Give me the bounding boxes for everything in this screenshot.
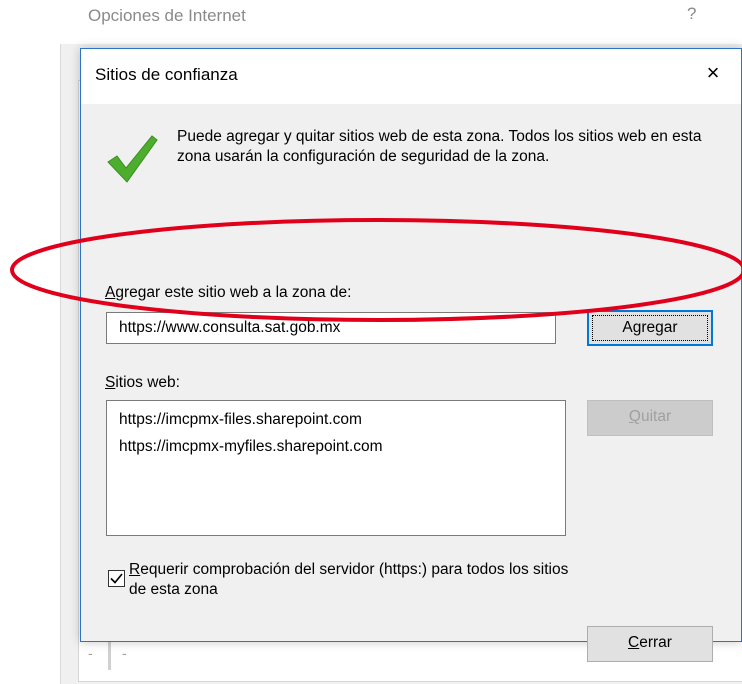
checkbox-check-icon <box>110 573 123 584</box>
slider-tick: - <box>122 645 127 661</box>
close-button-key: C <box>628 634 640 651</box>
intro-text: Puede agregar y quitar sitios web de est… <box>177 128 702 165</box>
add-button[interactable]: Agregar <box>587 310 713 346</box>
require-https-label[interactable]: Requerir comprobación del servidor (http… <box>129 560 689 600</box>
slider-tick: - <box>88 645 93 661</box>
trusted-sites-dialog: Sitios de confianza × Puede agregar y qu… <box>80 48 742 662</box>
remove-button-label: Quitar <box>588 401 712 433</box>
add-site-label-key: A <box>105 284 116 301</box>
close-button-text: errar <box>639 634 672 651</box>
remove-button-text: uitar <box>640 408 672 425</box>
checkmark-icon <box>107 135 158 183</box>
websites-label-text: itios web: <box>115 374 180 391</box>
dialog-body: Puede agregar y quitar sitios web de est… <box>81 104 741 662</box>
site-url-input[interactable] <box>106 312 556 344</box>
require-https-text-1: equerir comprobación del servidor (https… <box>140 561 569 578</box>
close-button[interactable]: Cerrar <box>587 626 713 662</box>
require-https-checkbox[interactable] <box>108 570 125 587</box>
help-button[interactable]: ? <box>687 4 696 24</box>
add-site-label-text: gregar este sitio web a la zona de: <box>115 284 352 301</box>
websites-label-key: S <box>105 374 116 391</box>
close-button-label: Cerrar <box>588 627 712 659</box>
list-item[interactable]: https://imcpmx-files.sharepoint.com <box>119 406 565 433</box>
websites-label: Sitios web: <box>105 374 180 392</box>
websites-list[interactable]: https://imcpmx-files.sharepoint.com http… <box>106 400 566 536</box>
dialog-title: Sitios de confianza <box>95 65 238 84</box>
remove-button[interactable]: Quitar <box>587 400 713 436</box>
parent-window-title: Opciones de Internet <box>88 6 246 25</box>
remove-button-key: Q <box>628 408 641 425</box>
require-https-key: R <box>129 561 141 578</box>
add-site-label: Agregar este sitio web a la zona de: <box>105 284 351 302</box>
focus-ring <box>592 315 708 341</box>
close-icon[interactable]: × <box>699 59 727 87</box>
list-item[interactable]: https://imcpmx-myfiles.sharepoint.com <box>119 433 565 460</box>
require-https-text-2: de esta zona <box>129 581 218 598</box>
